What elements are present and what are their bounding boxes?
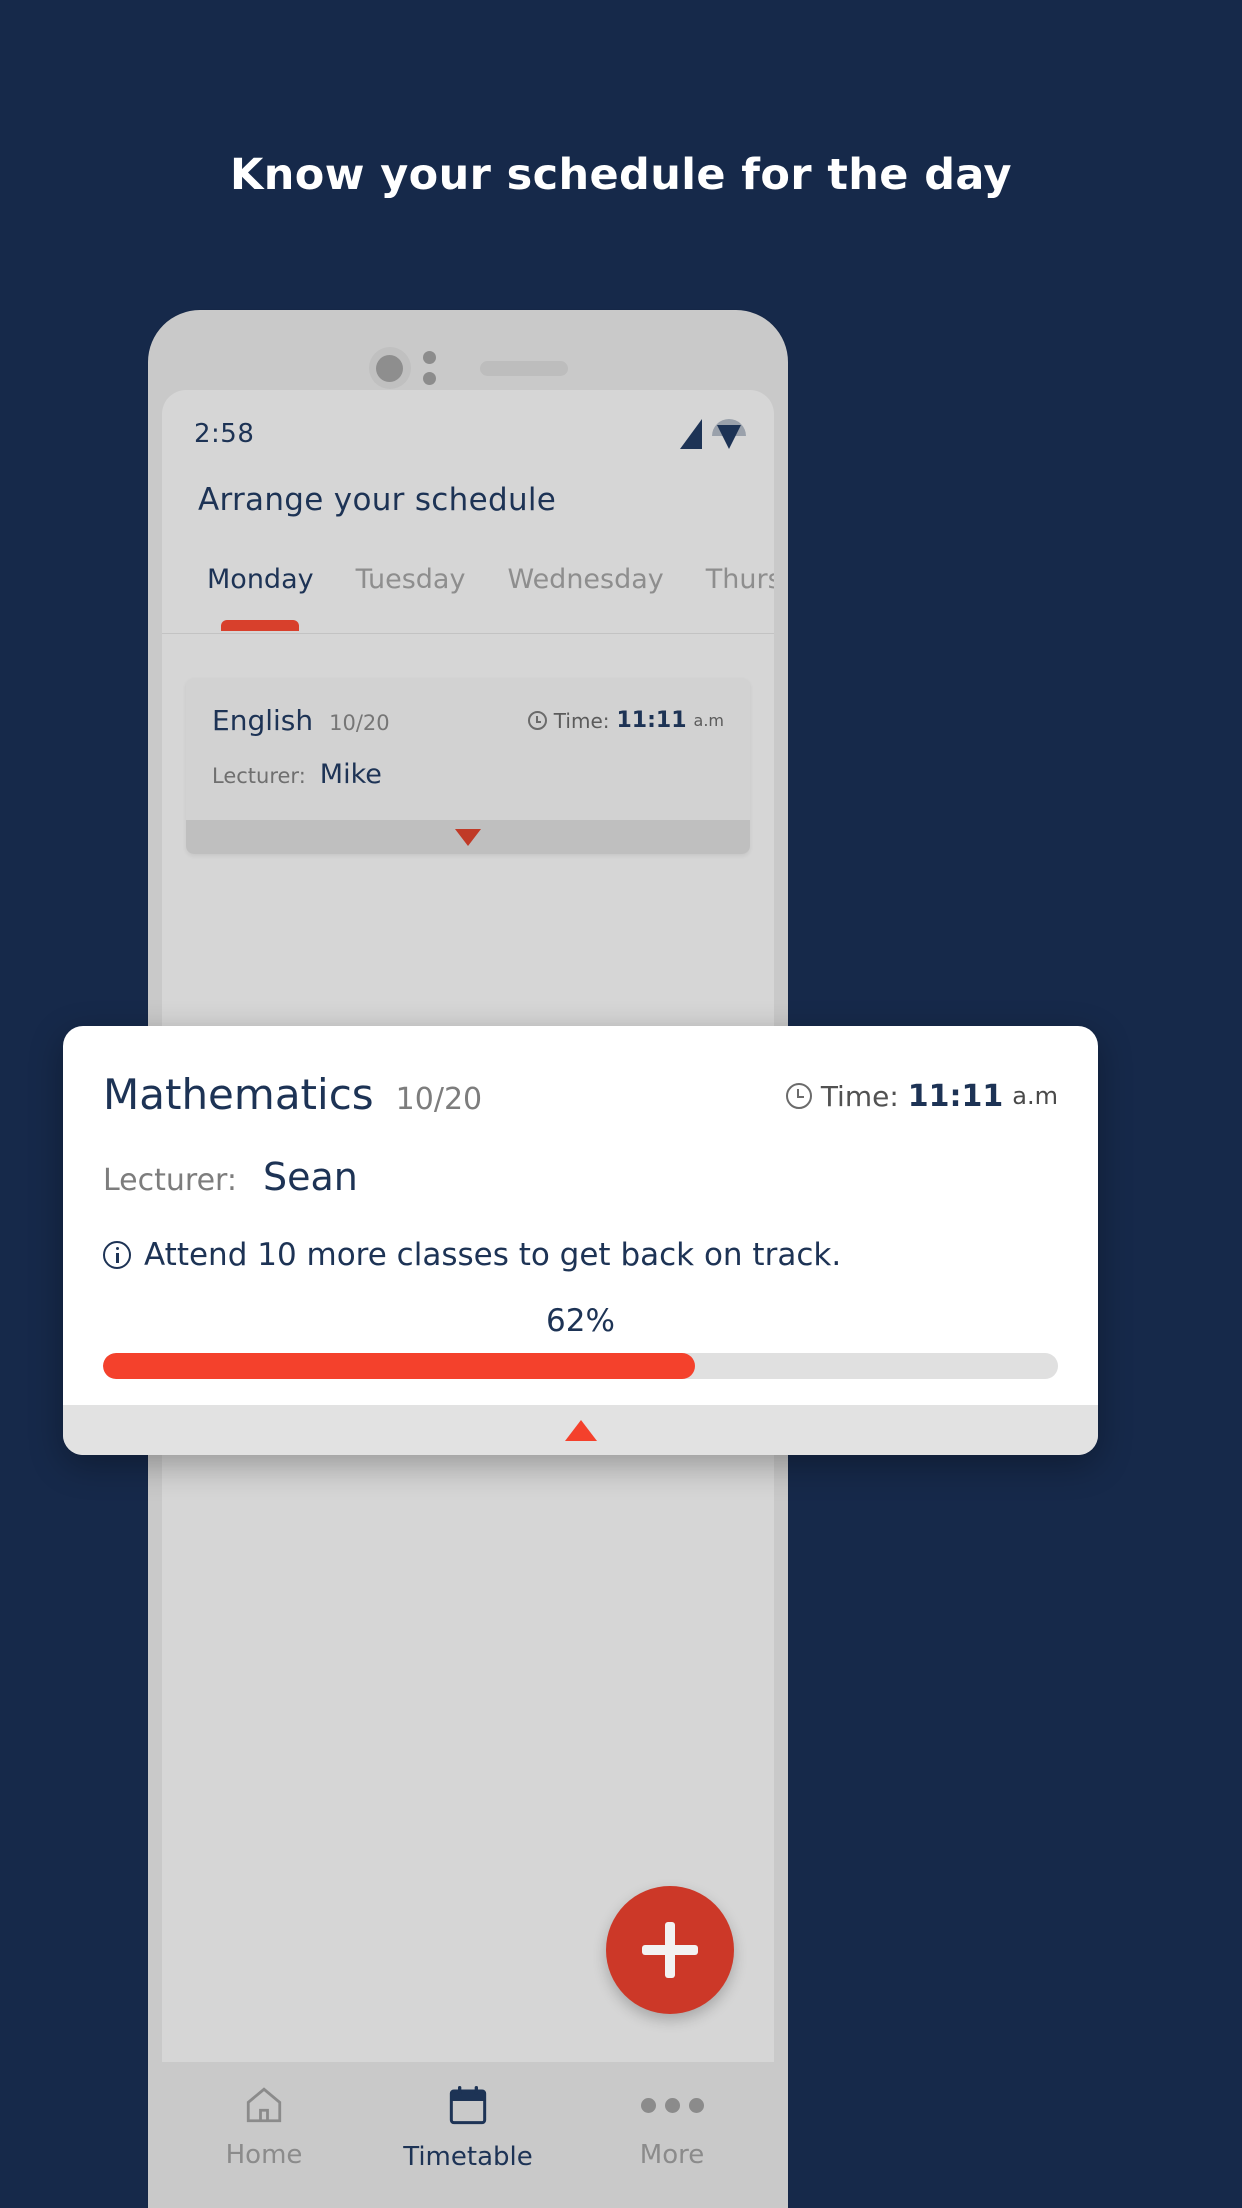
day-tabs: Monday Tuesday Wednesday Thursday: [162, 558, 774, 634]
status-time: 2:58: [194, 419, 255, 449]
nav-item-home[interactable]: Home: [162, 2084, 366, 2170]
popup-time-value: 11:11: [907, 1078, 1004, 1114]
cellular-signal-icon: [680, 419, 702, 449]
class-time-ampm: a.m: [693, 711, 724, 730]
sensor-dots-icon: [422, 351, 436, 385]
class-card-expand-bar[interactable]: [186, 820, 750, 854]
class-subject-group: English 10/20: [212, 704, 390, 737]
wifi-icon: [712, 419, 746, 449]
popup-subject-group: Mathematics 10/20: [103, 1070, 482, 1119]
app-screen-title: Arrange your schedule: [198, 482, 557, 518]
popup-time-label: Time:: [820, 1079, 899, 1113]
class-time-value: 11:11: [616, 708, 687, 733]
class-lecturer-row: Lecturer: Mike: [212, 759, 724, 790]
front-camera-icon: [368, 347, 411, 389]
tab-monday-label: Monday: [207, 564, 314, 595]
popup-time-ampm: a.m: [1012, 1082, 1058, 1110]
popup-subject-name: Mathematics: [103, 1070, 374, 1119]
nav-home-label: Home: [225, 2140, 303, 2170]
attendance-progress-fill: [103, 1353, 696, 1379]
class-detail-popup-mathematics[interactable]: Mathematics 10/20 Time: 11:11 a.m Lectur…: [63, 1026, 1098, 1455]
tab-thursday-label: Thursday: [705, 564, 774, 595]
clock-icon: [785, 1083, 812, 1109]
attendance-progress-bar: [103, 1353, 1058, 1379]
popup-header-row: Mathematics 10/20 Time: 11:11 a.m: [103, 1070, 1058, 1119]
class-time-group: Time: 11:11 a.m: [527, 708, 724, 733]
nav-item-timetable[interactable]: Timetable: [366, 2084, 570, 2172]
tab-active-indicator: [221, 620, 300, 631]
class-time-label: Time:: [553, 708, 610, 733]
popup-lecturer-name: Sean: [262, 1155, 358, 1199]
home-icon: [246, 2087, 282, 2123]
class-lecturer-name: Mike: [319, 759, 382, 790]
class-lecturer-label: Lecturer:: [212, 764, 306, 788]
popup-lecturer-row: Lecturer: Sean: [103, 1155, 1058, 1199]
bottom-navigation: Home Timetable More: [162, 2062, 774, 2208]
class-attendance-fraction: 10/20: [329, 711, 390, 735]
popup-note-row: Attend 10 more classes to get back on tr…: [103, 1237, 1058, 1273]
more-dots-icon: [640, 2084, 704, 2126]
calendar-icon: [449, 2086, 487, 2125]
progress-percent-label: 62%: [546, 1303, 615, 1339]
chevron-down-triangle-icon: [455, 828, 481, 846]
popup-note-text: Attend 10 more classes to get back on tr…: [144, 1237, 842, 1273]
phone-notch: [148, 346, 788, 390]
class-card-header-row: English 10/20 Time: 11:11 a.m: [212, 704, 724, 737]
add-class-fab[interactable]: [606, 1886, 734, 2014]
tab-wednesday[interactable]: Wednesday: [486, 558, 684, 595]
tab-tuesday-label: Tuesday: [355, 564, 466, 595]
nav-item-more[interactable]: More: [570, 2084, 774, 2170]
page-title: Know your schedule for the day: [230, 150, 1012, 200]
tab-wednesday-label: Wednesday: [507, 564, 664, 595]
earpiece-speaker: [479, 360, 568, 376]
class-card-body: English 10/20 Time: 11:11 a.m Lecturer: …: [186, 678, 750, 820]
clock-icon: [527, 711, 547, 730]
popup-lecturer-label: Lecturer:: [103, 1163, 237, 1198]
popup-collapse-bar[interactable]: [63, 1405, 1098, 1455]
popup-body: Mathematics 10/20 Time: 11:11 a.m Lectur…: [63, 1026, 1098, 1405]
tab-monday[interactable]: Monday: [186, 558, 335, 631]
info-icon: [103, 1241, 131, 1269]
popup-attendance-fraction: 10/20: [395, 1082, 483, 1117]
status-icons: [680, 419, 746, 449]
tab-thursday[interactable]: Thursday: [685, 558, 774, 595]
tab-tuesday[interactable]: Tuesday: [335, 558, 487, 595]
popup-time-group: Time: 11:11 a.m: [785, 1078, 1058, 1114]
class-card-english[interactable]: English 10/20 Time: 11:11 a.m Lecturer: …: [186, 678, 750, 854]
plus-icon: [642, 1922, 698, 1978]
nav-more-label: More: [639, 2140, 705, 2170]
class-subject-name: English: [212, 704, 314, 737]
nav-timetable-label: Timetable: [403, 2142, 533, 2172]
status-bar: 2:58: [162, 408, 774, 460]
chevron-up-triangle-icon: [564, 1419, 597, 1441]
